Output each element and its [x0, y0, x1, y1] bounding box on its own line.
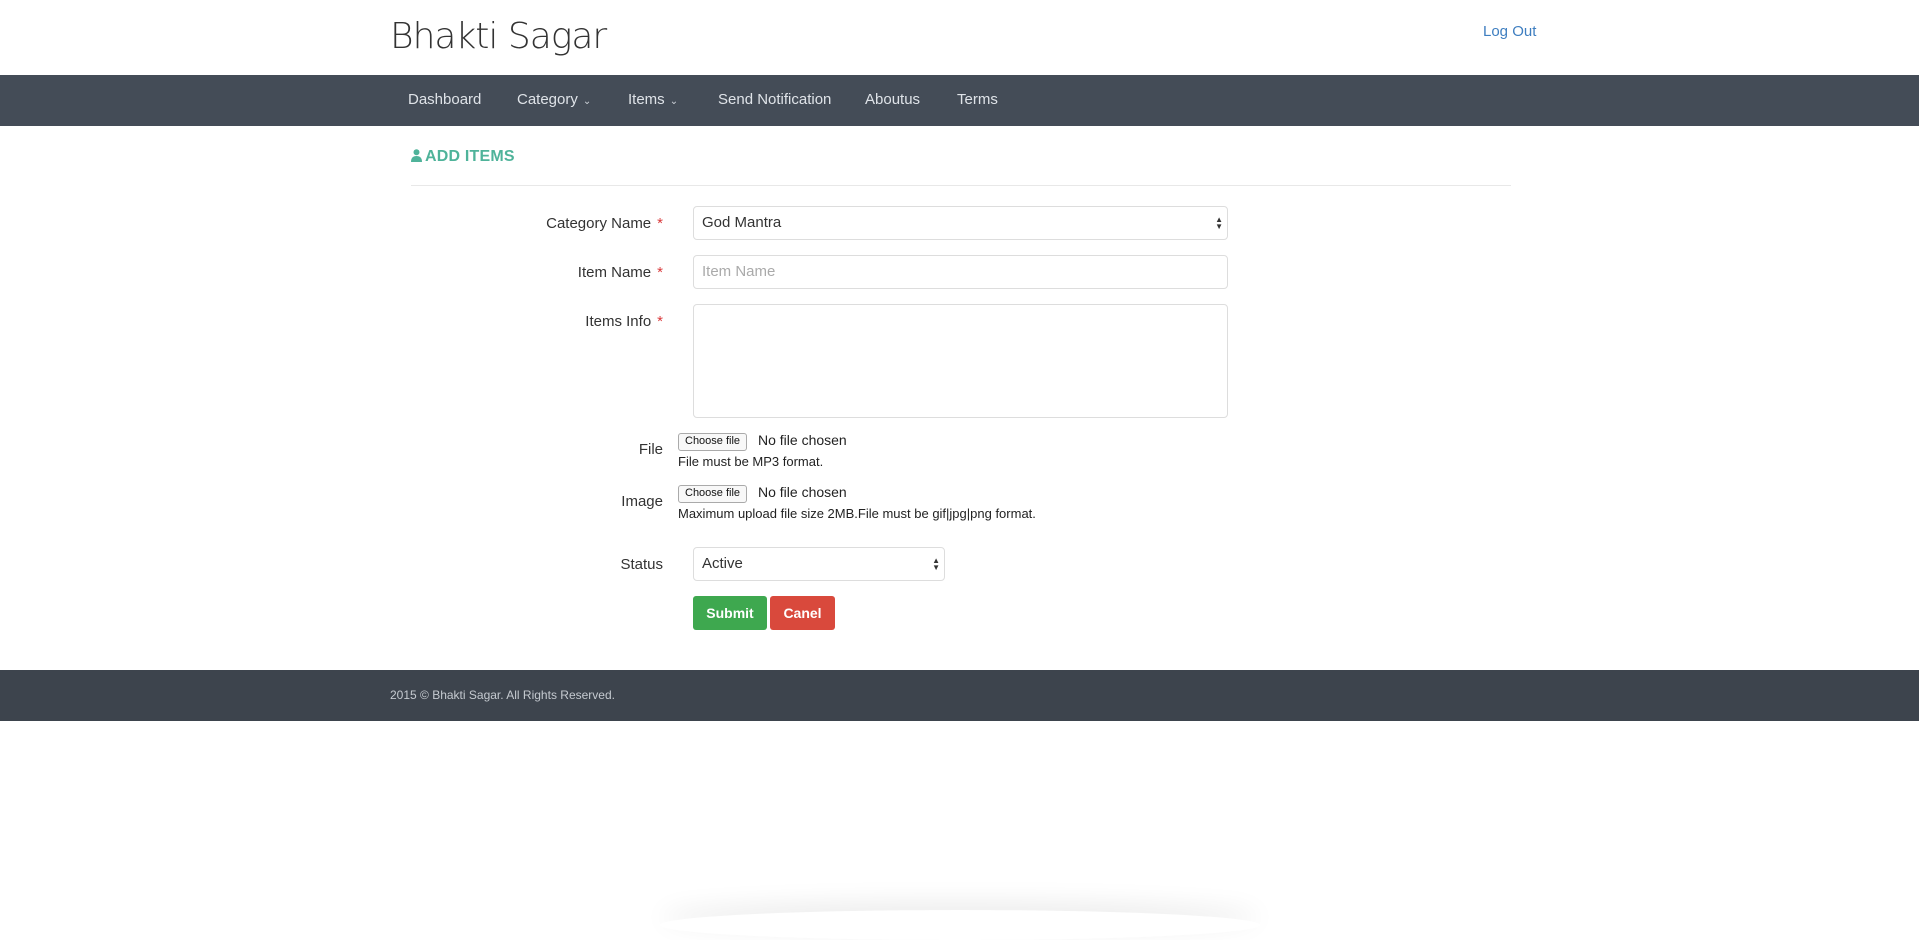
- chevron-down-icon: ⌄: [669, 96, 679, 107]
- image-label: Image: [621, 493, 663, 510]
- select-arrows-icon: ▲ ▼: [932, 556, 940, 572]
- status-value: Active: [702, 555, 743, 572]
- items-info-textarea[interactable]: [693, 304, 1228, 418]
- select-arrows-icon: ▲ ▼: [1215, 215, 1223, 231]
- nav-aboutus[interactable]: Aboutus: [865, 91, 920, 108]
- file-label: File: [638, 441, 663, 458]
- image-status: No file chosen: [758, 484, 847, 500]
- nav-label: Send Notification: [718, 91, 832, 108]
- nav-send-notification[interactable]: Send Notification: [718, 91, 831, 108]
- nav-label: Items: [628, 91, 665, 108]
- page-title-text: ADD ITEMS: [425, 148, 515, 165]
- footer: 2015 © Bhakti Sagar. All Rights Reserved…: [0, 670, 1919, 721]
- item-name-placeholder: Item Name: [702, 263, 776, 280]
- nav-terms[interactable]: Terms: [957, 91, 998, 108]
- required-mark: *: [657, 313, 663, 330]
- category-label: Category Name *: [546, 215, 663, 232]
- image-help-text: Maximum upload file size 2MB.File must b…: [678, 506, 1036, 521]
- items-info-label: Items Info *: [585, 313, 663, 330]
- cancel-button[interactable]: Canel: [770, 596, 835, 630]
- status-select[interactable]: Active ▲ ▼: [693, 547, 945, 581]
- file-choose-button[interactable]: Choose file: [678, 433, 748, 451]
- category-value: God Mantra: [702, 214, 782, 231]
- nav-category[interactable]: Category ⌄: [517, 91, 591, 108]
- item-name-input[interactable]: Item Name: [693, 255, 1228, 289]
- nav-label: Dashboard: [408, 91, 482, 108]
- submit-button[interactable]: Submit: [693, 596, 767, 630]
- divider: [411, 185, 1511, 186]
- main-nav: Dashboard Category ⌄ Items ⌄ Send Notifica…: [0, 75, 1919, 126]
- nav-label: Aboutus: [865, 91, 921, 108]
- file-help-text: File must be MP3 format.: [678, 454, 824, 469]
- logout-link[interactable]: Log Out: [1483, 23, 1536, 40]
- brand-logo[interactable]: Bhakti Sagar: [390, 16, 607, 57]
- status-label: Status: [620, 556, 663, 573]
- category-select[interactable]: God Mantra ▲ ▼: [693, 206, 1228, 240]
- nav-label: Category: [517, 91, 578, 108]
- chevron-down-icon: ⌄: [582, 96, 592, 107]
- nav-label: Terms: [957, 91, 998, 108]
- required-mark: *: [657, 215, 663, 232]
- copyright-text: 2015 © Bhakti Sagar. All Rights Reserved…: [390, 688, 615, 702]
- user-icon: [411, 149, 422, 162]
- bottom-shadow: [660, 910, 1260, 940]
- file-status: No file chosen: [758, 432, 847, 448]
- item-name-label: Item Name *: [577, 264, 663, 281]
- required-mark: *: [657, 264, 663, 281]
- page-title: ADD ITEMS: [411, 148, 515, 166]
- image-choose-button[interactable]: Choose file: [678, 485, 748, 503]
- nav-dashboard[interactable]: Dashboard: [408, 91, 481, 108]
- nav-items[interactable]: Items ⌄: [628, 91, 678, 108]
